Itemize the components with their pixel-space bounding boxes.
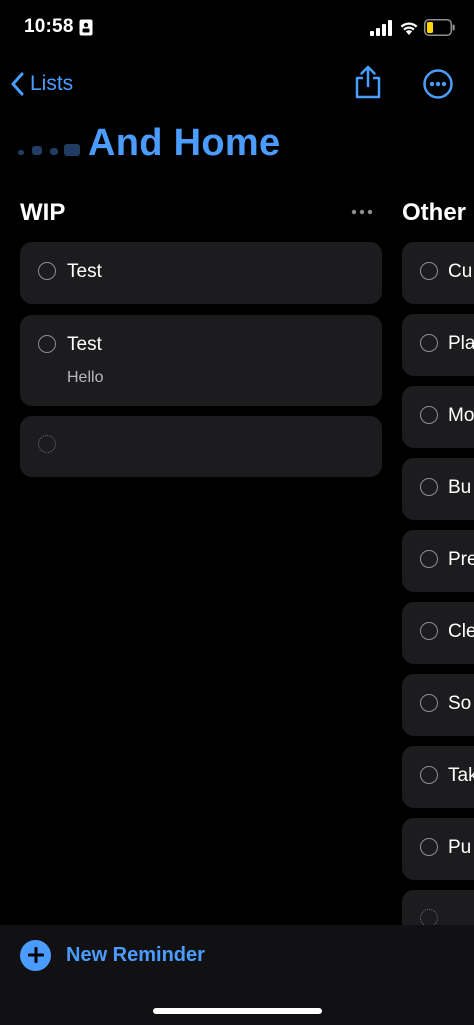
back-button[interactable]: Lists — [10, 68, 73, 100]
redacted-title-prefix — [16, 124, 88, 162]
page-title: And Home — [88, 121, 281, 164]
complete-checkbox[interactable] — [420, 766, 438, 784]
home-indicator[interactable] — [153, 1008, 322, 1014]
complete-checkbox[interactable] — [420, 406, 438, 424]
new-reminder-button[interactable]: New Reminder — [20, 938, 205, 972]
complete-checkbox[interactable] — [420, 550, 438, 568]
reminder-card[interactable]: Tak — [402, 746, 474, 808]
reminder-card[interactable]: Test Hello — [20, 315, 382, 406]
orientation-lock-icon — [79, 19, 93, 36]
reminder-card[interactable]: Bu — [402, 458, 474, 520]
complete-checkbox[interactable] — [420, 694, 438, 712]
reminder-title: Test — [67, 334, 102, 355]
reminder-title: Bu — [448, 477, 472, 498]
cellular-signal-icon — [370, 20, 392, 36]
reminder-title: Test — [67, 261, 102, 282]
reminder-card[interactable]: Pu — [402, 818, 474, 880]
complete-checkbox[interactable] — [420, 262, 438, 280]
reminder-card[interactable]: Cle — [402, 602, 474, 664]
share-icon[interactable] — [352, 64, 384, 100]
complete-checkbox[interactable] — [38, 262, 56, 280]
column-more-icon[interactable] — [349, 203, 375, 221]
reminder-title: Cu — [448, 261, 473, 282]
complete-checkbox[interactable] — [420, 478, 438, 496]
new-reminder-placeholder-card[interactable] — [20, 416, 382, 477]
chevron-left-icon — [11, 72, 24, 96]
placeholder-checkbox — [420, 909, 438, 925]
new-reminder-label: New Reminder — [66, 943, 205, 966]
column-title-wip: WIP — [20, 199, 66, 226]
complete-checkbox[interactable] — [420, 622, 438, 640]
reminder-title: Pu — [448, 837, 472, 858]
reminder-card[interactable]: So — [402, 674, 474, 736]
reminder-card[interactable]: Test — [20, 242, 382, 304]
reminder-card[interactable]: Pla — [402, 314, 474, 376]
reminder-card[interactable]: Pre — [402, 530, 474, 592]
placeholder-checkbox — [38, 435, 56, 453]
reminder-title: Pla — [448, 333, 474, 354]
reminder-title: Mo — [448, 405, 474, 426]
back-label: Lists — [30, 72, 74, 95]
plus-circle-icon — [20, 939, 51, 971]
reminder-card[interactable]: Mo — [402, 386, 474, 448]
complete-checkbox[interactable] — [420, 838, 438, 856]
reminder-title: So — [448, 693, 472, 714]
reminder-title: Pre — [448, 549, 474, 570]
reminder-title: Tak — [448, 765, 474, 786]
reminder-card[interactable]: Cu — [402, 242, 474, 304]
new-reminder-placeholder-card[interactable] — [402, 890, 474, 925]
page-title-area: And Home — [16, 118, 280, 168]
complete-checkbox[interactable] — [38, 335, 56, 353]
complete-checkbox[interactable] — [420, 334, 438, 352]
column-other: Other Cu Pla Mo Bu Pre Cle So Tak Pu — [402, 0, 474, 925]
column-title-other: Other — [402, 199, 467, 226]
status-time: 10:58 — [24, 16, 74, 37]
reminder-note: Hello — [67, 369, 104, 386]
reminder-title: Cle — [448, 621, 474, 642]
